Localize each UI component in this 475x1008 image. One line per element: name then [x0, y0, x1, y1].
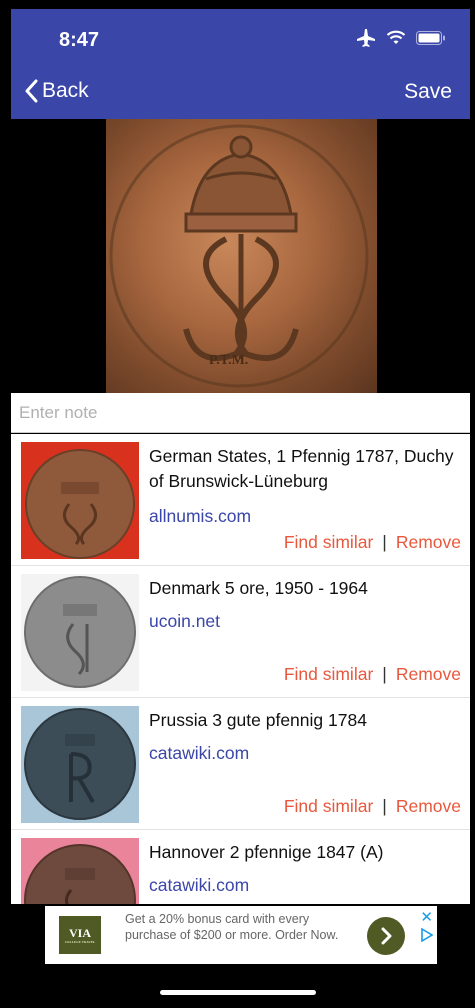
ad-go-button[interactable] [367, 917, 405, 955]
ad-logo-text: VIA [68, 925, 91, 940]
chevron-right-icon [381, 927, 392, 945]
note-field[interactable] [11, 393, 470, 433]
similar-coins-list[interactable]: German States, 1 Pfennig 1787, Duchy of … [11, 434, 470, 904]
back-button[interactable]: Back [24, 79, 89, 103]
result-actions: Find similar | Remove [284, 796, 461, 817]
find-similar-button[interactable]: Find similar [284, 796, 373, 817]
save-button[interactable]: Save [404, 80, 452, 104]
list-item[interactable]: Denmark 5 ore, 1950 - 1964 ucoin.net Fin… [11, 566, 470, 698]
remove-button[interactable]: Remove [396, 796, 461, 817]
result-source-link[interactable]: allnumis.com [149, 506, 251, 527]
coin-thumbnail[interactable] [21, 574, 139, 691]
result-actions: Find similar | Remove [284, 532, 461, 553]
find-similar-button[interactable]: Find similar [284, 532, 373, 553]
list-item[interactable]: Hannover 2 pfennige 1847 (A) catawiki.co… [11, 830, 470, 904]
battery-icon [416, 31, 445, 45]
result-source-link[interactable]: ucoin.net [149, 611, 220, 632]
ad-banner[interactable]: VIA COLLEGE TRAVEL Get a 20% bonus card … [45, 906, 437, 964]
result-source-link[interactable]: catawiki.com [149, 743, 249, 764]
coin-thumbnail[interactable] [21, 706, 139, 823]
status-icons [356, 29, 446, 47]
ad-close-icon[interactable]: ✕ [420, 908, 433, 926]
find-similar-button[interactable]: Find similar [284, 664, 373, 685]
coin-thumbnail[interactable] [21, 442, 139, 559]
note-input[interactable] [11, 393, 470, 432]
list-item[interactable]: German States, 1 Pfennig 1787, Duchy of … [11, 434, 470, 566]
separator: | [382, 532, 387, 552]
result-title: Prussia 3 gute pfennig 1784 [149, 710, 367, 730]
result-title: Hannover 2 pfennige 1847 (A) [149, 842, 384, 862]
chevron-left-icon [25, 79, 38, 103]
coin-photo-area: P.T.M. [11, 119, 470, 393]
result-title: German States, 1 Pfennig 1787, Duchy of … [149, 446, 454, 491]
phone-screen: 8:47 Back Save P.T.M. Enter note German … [0, 0, 475, 1008]
back-label: Back [42, 79, 89, 102]
remove-button[interactable]: Remove [396, 664, 461, 685]
ad-text: Get a 20% bonus card with every purchase… [125, 912, 339, 942]
result-title: Denmark 5 ore, 1950 - 1964 [149, 578, 368, 598]
status-time: 8:47 [59, 29, 100, 51]
separator: | [382, 796, 387, 816]
result-source-link[interactable]: catawiki.com [149, 875, 249, 896]
coin-monogram-image: P.T.M. [109, 124, 369, 388]
result-actions: Find similar | Remove [284, 664, 461, 685]
separator: | [382, 664, 387, 684]
app-header: 8:47 Back Save [11, 9, 470, 119]
wifi-icon [386, 30, 406, 44]
ad-logo: VIA COLLEGE TRAVEL [59, 916, 101, 954]
ad-choices-icon[interactable] [421, 927, 434, 947]
airplane-icon [357, 29, 375, 47]
ad-logo-subtext: COLLEGE TRAVEL [64, 939, 96, 944]
remove-button[interactable]: Remove [396, 532, 461, 553]
list-item[interactable]: Prussia 3 gute pfennig 1784 catawiki.com… [11, 698, 470, 830]
svg-text:P.T.M.: P.T.M. [209, 353, 248, 368]
coin-thumbnail[interactable] [21, 838, 139, 904]
coin-photo: P.T.M. [106, 119, 377, 393]
home-indicator[interactable] [160, 990, 316, 995]
